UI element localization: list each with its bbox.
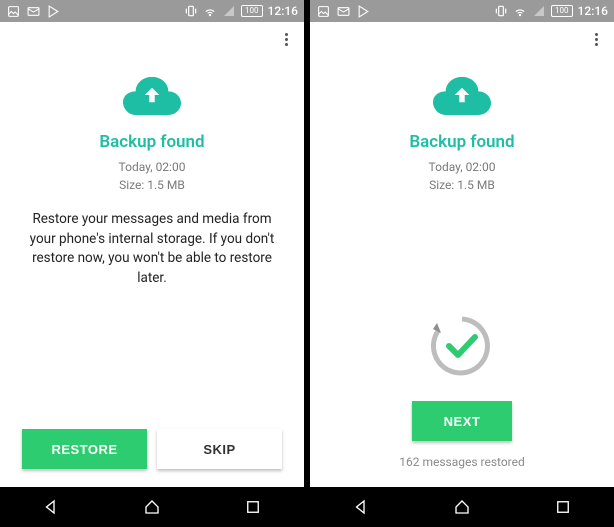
navigation-bar bbox=[0, 487, 304, 527]
next-button[interactable]: NEXT bbox=[412, 401, 512, 441]
navigation-bar bbox=[310, 487, 614, 527]
image-icon bbox=[316, 4, 330, 18]
mail-icon bbox=[26, 4, 40, 18]
skip-button[interactable]: SKIP bbox=[157, 429, 282, 469]
clock: 12:16 bbox=[268, 4, 298, 18]
main-content: Backup found Today, 02:00 Size: 1.5 MB N… bbox=[310, 56, 614, 487]
more-options-icon[interactable] bbox=[589, 27, 604, 52]
main-content: Backup found Today, 02:00 Size: 1.5 MB R… bbox=[0, 56, 304, 429]
signal-icon bbox=[532, 4, 546, 18]
appbar bbox=[310, 22, 614, 56]
clock: 12:16 bbox=[578, 4, 608, 18]
success-check-icon bbox=[427, 311, 497, 385]
nav-back-icon[interactable] bbox=[350, 496, 372, 518]
signal-icon bbox=[222, 4, 236, 18]
restore-button[interactable]: RESTORE bbox=[22, 429, 147, 469]
phone-screen-restore-prompt: 100 12:16 Backup found Today, 02:00 Size… bbox=[0, 0, 304, 527]
image-icon bbox=[6, 4, 20, 18]
backup-meta: Today, 02:00 Size: 1.5 MB bbox=[429, 158, 496, 194]
status-bar: 100 12:16 bbox=[310, 0, 614, 22]
battery-indicator: 100 bbox=[551, 5, 573, 17]
action-row: RESTORE SKIP bbox=[0, 429, 304, 487]
backup-size: Size: 1.5 MB bbox=[429, 176, 496, 194]
cloud-upload-icon bbox=[123, 74, 181, 120]
backup-timestamp: Today, 02:00 bbox=[119, 158, 186, 176]
wifi-icon bbox=[513, 4, 527, 18]
nav-back-icon[interactable] bbox=[40, 496, 62, 518]
appbar bbox=[0, 22, 304, 56]
cloud-upload-icon bbox=[433, 74, 491, 120]
phone-screen-restore-complete: 100 12:16 Backup found Today, 02:00 Size… bbox=[310, 0, 614, 527]
battery-indicator: 100 bbox=[241, 5, 263, 17]
mail-icon bbox=[336, 4, 350, 18]
backup-size: Size: 1.5 MB bbox=[119, 176, 186, 194]
nav-home-icon[interactable] bbox=[451, 496, 473, 518]
restored-count-message: 162 messages restored bbox=[399, 455, 525, 469]
restore-description: Restore your messages and media from you… bbox=[22, 210, 282, 288]
play-store-icon bbox=[356, 4, 370, 18]
page-title: Backup found bbox=[99, 132, 204, 152]
nav-recents-icon[interactable] bbox=[242, 496, 264, 518]
vibrate-icon bbox=[184, 4, 198, 18]
vibrate-icon bbox=[494, 4, 508, 18]
more-options-icon[interactable] bbox=[279, 27, 294, 52]
nav-recents-icon[interactable] bbox=[552, 496, 574, 518]
backup-meta: Today, 02:00 Size: 1.5 MB bbox=[119, 158, 186, 194]
play-store-icon bbox=[46, 4, 60, 18]
status-bar: 100 12:16 bbox=[0, 0, 304, 22]
nav-home-icon[interactable] bbox=[141, 496, 163, 518]
backup-timestamp: Today, 02:00 bbox=[429, 158, 496, 176]
wifi-icon bbox=[203, 4, 217, 18]
page-title: Backup found bbox=[409, 132, 514, 152]
